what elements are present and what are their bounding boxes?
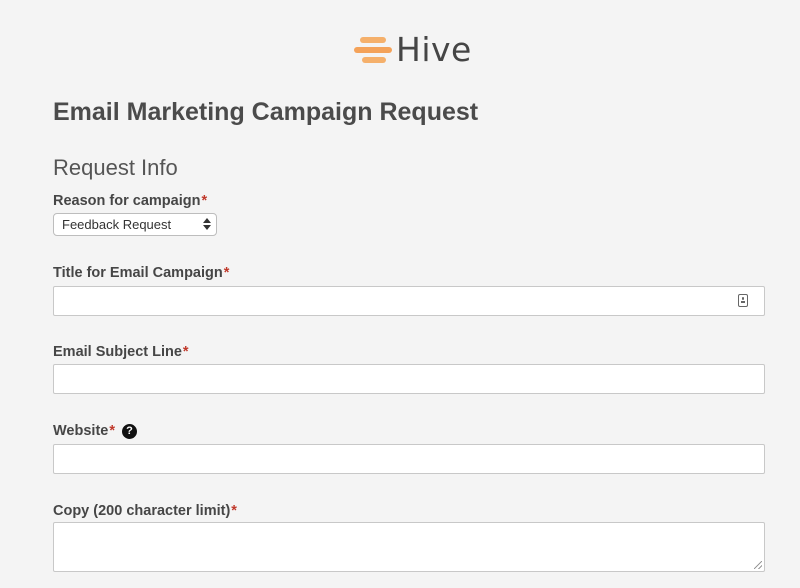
copy-label: Copy (200 character limit) * <box>53 503 237 519</box>
campaign-title-label: Title for Email Campaign * <box>53 265 229 281</box>
subject-line-label-text: Email Subject Line <box>53 344 182 360</box>
required-marker: * <box>201 193 208 209</box>
help-icon[interactable]: ? <box>122 423 137 439</box>
website-input[interactable] <box>53 444 765 474</box>
hive-logo: Hive <box>354 32 472 68</box>
resize-handle-icon[interactable] <box>754 561 762 569</box>
form-title: Email Marketing Campaign Request <box>53 98 479 126</box>
required-marker: * <box>231 503 237 519</box>
required-marker: * <box>223 265 230 281</box>
copy-label-text: Copy (200 character limit) <box>53 503 231 519</box>
reason-select[interactable]: Feedback Request <box>53 213 217 236</box>
copy-textarea[interactable] <box>53 522 765 572</box>
select-arrows-icon <box>203 217 211 232</box>
required-marker: * <box>109 423 115 439</box>
website-label-text: Website <box>53 423 109 439</box>
reason-label-text: Reason for campaign <box>53 193 201 209</box>
hive-logo-mark-icon <box>354 33 394 67</box>
campaign-title-label-text: Title for Email Campaign <box>53 265 223 281</box>
subject-line-label: Email Subject Line * <box>53 344 189 360</box>
contact-card-icon[interactable] <box>738 294 748 307</box>
section-title: Request Info <box>53 155 178 180</box>
website-label: Website * ? <box>53 423 137 439</box>
hive-logo-text: Hive <box>396 30 472 69</box>
required-marker: * <box>182 344 189 360</box>
campaign-title-input[interactable] <box>53 286 765 316</box>
reason-select-value: Feedback Request <box>62 217 172 232</box>
subject-line-input[interactable] <box>53 364 765 394</box>
reason-label: Reason for campaign * <box>53 193 207 209</box>
